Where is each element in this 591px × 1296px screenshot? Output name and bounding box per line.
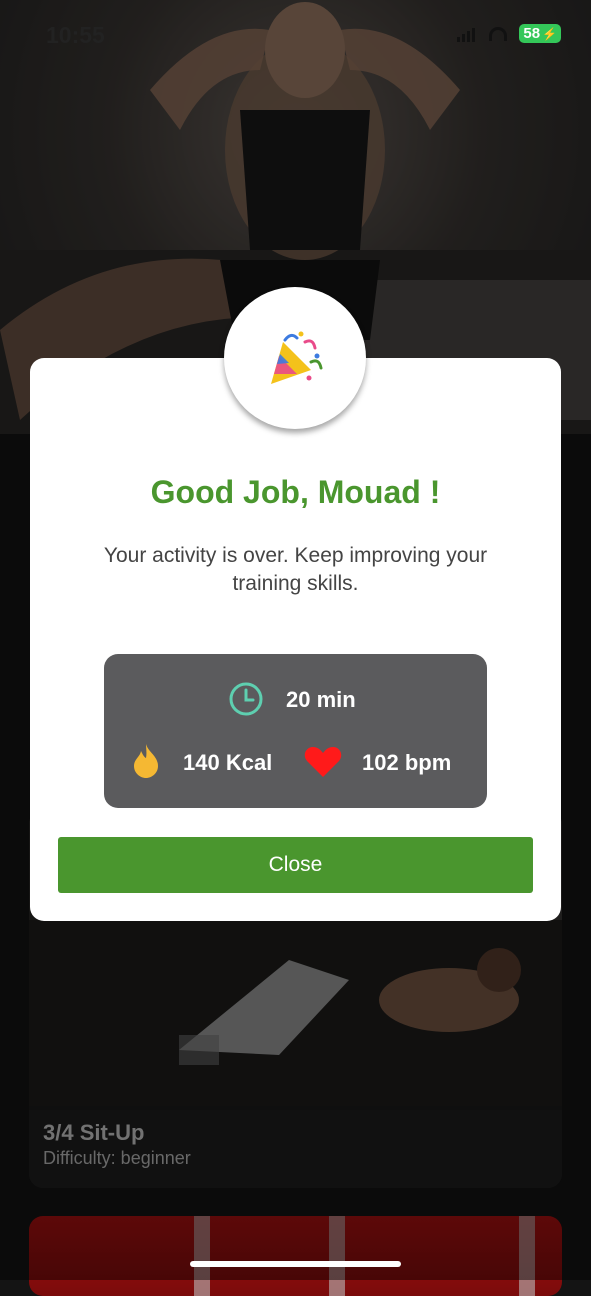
duration-value: 20 min xyxy=(286,687,356,712)
clock-icon xyxy=(229,682,263,716)
status-bar: 10:55 58 ⚡ xyxy=(0,0,591,70)
battery-icon: 58 ⚡ xyxy=(519,24,561,43)
battery-level: 58 xyxy=(523,25,541,42)
flame-icon xyxy=(134,744,158,778)
completion-dialog: Good Job, Mouad ! Your activity is over.… xyxy=(30,358,561,921)
wifi-icon xyxy=(489,26,508,41)
stats-panel: 20 min 140 Kcal 102 bpm xyxy=(104,654,487,808)
heart-rate-value: 102 bpm xyxy=(362,750,452,775)
dialog-message: Your activity is over. Keep improving yo… xyxy=(103,544,488,595)
celebration-badge xyxy=(224,287,366,429)
home-indicator[interactable] xyxy=(190,1261,401,1267)
calories-value: 140 Kcal xyxy=(183,750,273,775)
signal-icon xyxy=(457,26,477,42)
heart-icon xyxy=(304,747,342,777)
dialog-heading: Good Job, Mouad ! xyxy=(150,474,441,510)
party-popper-icon xyxy=(271,331,323,384)
close-button[interactable]: Close xyxy=(58,837,533,893)
status-time: 10:55 xyxy=(46,22,105,48)
